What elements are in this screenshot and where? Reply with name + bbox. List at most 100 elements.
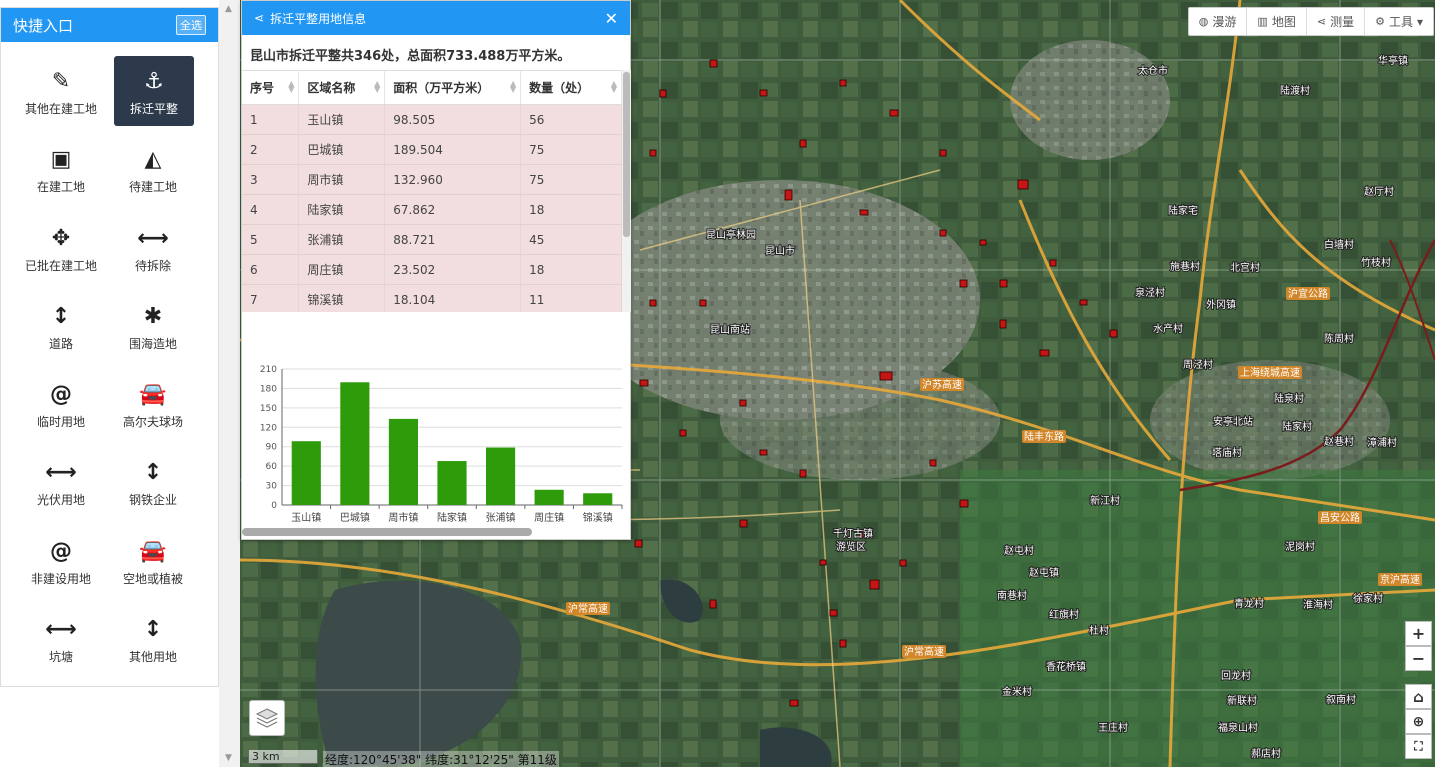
place-label: 北宫村 (1230, 261, 1260, 274)
quick-item-label: 钢铁企业 (128, 493, 177, 508)
quick-item[interactable]: ⟷ 待拆除 (107, 213, 199, 291)
table-row[interactable]: 5 张浦镇 88.721 45 (242, 224, 622, 255)
locate-button[interactable]: ⊕ (1405, 709, 1432, 734)
scroll-down-icon[interactable]: ▼ (225, 753, 232, 763)
y-tick-label: 30 (266, 482, 278, 492)
car-icon-glyph: 🚘 (139, 382, 167, 408)
close-icon[interactable]: ✕ (605, 9, 618, 28)
quick-item[interactable]: ✥ 已批在建工地 (15, 213, 107, 291)
quick-item[interactable]: @ 非建设用地 (15, 526, 107, 604)
toolbar-button[interactable]: ◍ 漫游 (1189, 8, 1248, 35)
table-row[interactable]: 2 巴城镇 189.504 75 (242, 134, 622, 165)
quick-item-label: 道路 (48, 336, 73, 351)
anchor-icon-glyph: ⚓ (144, 69, 164, 94)
arrows-h-icon: ⟷ (137, 221, 169, 257)
table-scrollbar[interactable] (622, 70, 631, 312)
place-label: 赵屯镇 (1029, 566, 1059, 579)
table-row[interactable]: 6 周庄镇 23.502 18 (242, 254, 622, 285)
quick-item[interactable]: ↕ 钢铁企业 (107, 447, 199, 525)
popup-horizontal-scrollbar[interactable] (242, 528, 532, 536)
quick-item[interactable]: ↕ 其他用地 (107, 604, 199, 682)
place-label: 赵屯村 (1004, 544, 1034, 557)
layers-icon (255, 708, 279, 728)
table-row[interactable]: 7 锦溪镇 18.104 11 (242, 284, 622, 312)
select-all-button[interactable]: 全选 (176, 15, 206, 35)
sort-icon[interactable]: ▲ ▼ (510, 80, 516, 94)
table-cell: 67.862 (384, 194, 522, 225)
zoom-out-button[interactable]: − (1405, 646, 1432, 671)
quick-item[interactable]: ◭ 待建工地 (107, 134, 199, 212)
column-header[interactable]: 面积（万平方米） ▲ ▼ (384, 70, 522, 105)
at-icon: @ (50, 377, 72, 413)
column-header[interactable]: 区域名称 ▲ ▼ (298, 70, 386, 105)
bar[interactable] (291, 441, 321, 505)
archive-icon-glyph: ▣ (50, 147, 72, 173)
bar[interactable] (486, 447, 516, 505)
quick-item[interactable]: @ 临时用地 (15, 369, 107, 447)
bar[interactable] (437, 461, 467, 505)
quick-item[interactable]: ⟷ 光伏用地 (15, 447, 107, 525)
move-icon: ✥ (52, 221, 70, 257)
home-button[interactable]: ⌂ (1405, 684, 1432, 709)
table-row[interactable]: 1 玉山镇 98.505 56 (242, 104, 622, 135)
road-label: 京沪高速 (1378, 573, 1422, 586)
x-tick-label: 周庄镇 (534, 511, 564, 524)
zoom-in-button[interactable]: + (1405, 621, 1432, 646)
place-label: 昆山亭林园 (706, 228, 756, 241)
quick-item[interactable]: ▣ 在建工地 (15, 134, 107, 212)
toolbar-button[interactable]: ⋖ 测量 (1307, 8, 1366, 35)
info-popup-header: ⋖ 拆迁平整用地信息 ✕ (242, 1, 630, 35)
table-row[interactable]: 4 陆家镇 67.862 18 (242, 194, 622, 225)
sort-icon[interactable]: ▲ ▼ (374, 80, 380, 94)
fullscreen-button[interactable]: ⛶ (1405, 734, 1432, 759)
table-row[interactable]: 3 周市镇 132.960 75 (242, 164, 622, 195)
map-toolbar: ◍ 漫游 ▥ 地图 ⋖ 测量 ⚙ 工具 ▾ (1187, 7, 1434, 36)
arrows-v-icon-glyph: ↕ (143, 617, 163, 643)
toolbar-button[interactable]: ▥ 地图 (1247, 8, 1307, 35)
quick-item[interactable]: 🚘 空地或植被 (107, 526, 199, 604)
road-label-text: 沪苏高速 (922, 378, 962, 391)
column-header[interactable]: 序号 ▲ ▼ (242, 70, 300, 105)
bar[interactable] (583, 493, 613, 505)
column-header-label: 序号 (250, 81, 275, 95)
table-cell: 5 (242, 224, 300, 255)
place-label: 施巷村 (1170, 260, 1200, 273)
bar[interactable] (534, 489, 564, 505)
sort-icon[interactable]: ▲ ▼ (288, 80, 294, 94)
table-cell: 玉山镇 (298, 104, 386, 135)
bar[interactable] (388, 418, 418, 505)
arrows-h-icon-glyph: ⟷ (45, 460, 77, 486)
bar-chart-svg: 0 30 60 90 120 150 180 210 玉山镇 巴城镇 周市镇 陆家镇 张浦镇 周庄镇 锦溪镇 (260, 365, 623, 524)
table-cell: 75 (520, 164, 622, 195)
quick-item[interactable]: ✎ 其他在建工地 (15, 56, 107, 134)
place-label: 淮海村 (1303, 598, 1333, 611)
at-icon-glyph: @ (50, 538, 72, 564)
place-label: 福泉山村 (1218, 721, 1258, 734)
bar-chart: 0 30 60 90 120 150 180 210 玉山镇 巴城镇 周市镇 陆家镇 张浦镇 周庄镇 锦溪镇 (242, 361, 632, 531)
sidebar-scrollbar[interactable]: ▲ ▼ (219, 0, 240, 767)
coordinate-readout: 经度:120°45'38" 纬度:31°12'25" 第11级 (323, 751, 559, 767)
table-cell: 132.960 (384, 164, 522, 195)
road-label: 陆丰东路 (1022, 430, 1066, 443)
asterisk-icon: ✱ (144, 299, 162, 335)
quick-item[interactable]: 🚘 高尔夫球场 (107, 369, 199, 447)
quick-item[interactable]: ⚓ 拆迁平整 (114, 56, 194, 126)
toolbar-button[interactable]: ⚙ 工具 ▾ (1365, 8, 1433, 35)
sort-icon[interactable]: ▲ ▼ (611, 80, 617, 94)
place-label: 外冈镇 (1206, 298, 1236, 311)
column-header[interactable]: 数量（处） ▲ ▼ (520, 70, 622, 105)
quick-item[interactable]: ✱ 围海造地 (107, 291, 199, 369)
table-scroll-thumb[interactable] (623, 72, 630, 237)
x-tick-label: 锦溪镇 (583, 511, 613, 524)
layers-button[interactable] (249, 700, 285, 736)
y-tick-label: 0 (271, 501, 277, 511)
scroll-up-icon[interactable]: ▲ (225, 4, 232, 14)
quick-item[interactable]: ⟷ 坑塘 (15, 604, 107, 682)
car-icon: 🚘 (139, 534, 166, 570)
arrows-v-icon-glyph: ↕ (143, 460, 163, 486)
quick-item[interactable]: ↕ 道路 (15, 291, 107, 369)
stats-table: 序号 ▲ ▼ 区域名称 ▲ ▼ 面积（万平方米） ▲ ▼ 数量（处） ▲ ▼ 1 玉山镇 98.505 56… (242, 70, 622, 312)
arrows-h-icon-glyph: ⟷ (45, 617, 77, 643)
quick-access-title: 快捷入口 (13, 16, 74, 35)
bar[interactable] (340, 382, 370, 505)
